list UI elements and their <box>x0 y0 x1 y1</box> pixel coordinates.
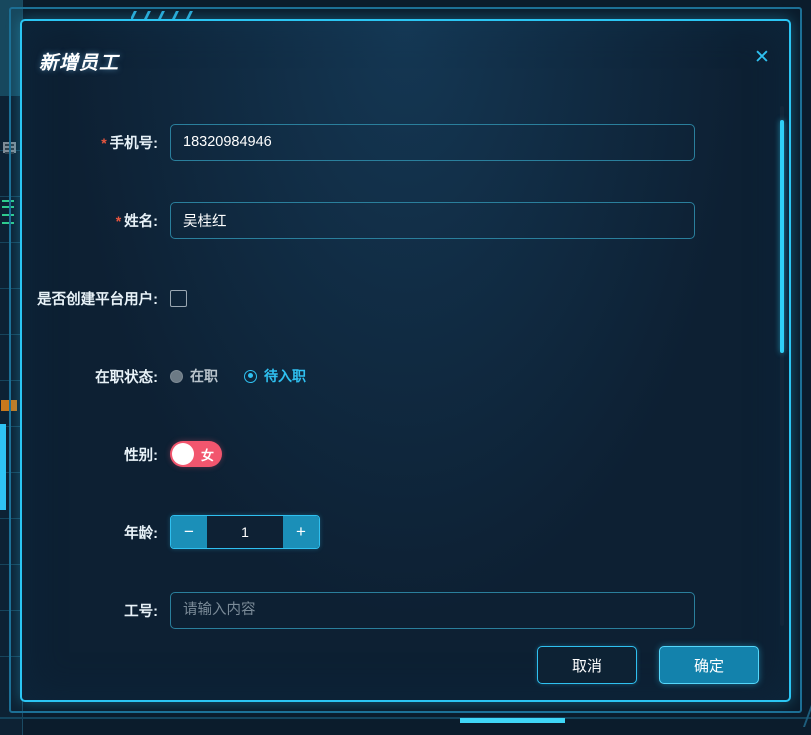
employee-no-control <box>170 591 789 629</box>
background-table-row <box>0 518 22 519</box>
background-header-block <box>0 0 22 96</box>
name-input[interactable] <box>170 201 695 239</box>
background-bottom-rule <box>0 717 811 719</box>
employee-no-input[interactable] <box>170 591 695 629</box>
form-row-name: * 姓名: <box>22 192 789 248</box>
radio-unselected-icon <box>170 369 183 383</box>
name-label: * 姓名: <box>22 210 170 231</box>
employment-status-control: 在职 待入职 <box>170 366 789 386</box>
radio-label-pending-entry: 待入职 <box>264 368 306 384</box>
radio-option-on-duty[interactable]: 在职 <box>170 366 218 386</box>
required-asterisk: * <box>115 212 122 229</box>
employee-no-label: 工号: <box>124 603 158 620</box>
phone-input[interactable] <box>170 123 695 161</box>
employment-status-label: 在职状态: <box>95 369 158 386</box>
cancel-button[interactable]: 取消 <box>537 646 637 684</box>
form-row-employment-status: 在职状态: 在职 待入职 <box>22 348 789 404</box>
gender-control: 女 <box>170 441 789 467</box>
dialog-footer: 取消 确定 <box>22 630 789 700</box>
background-tag <box>1 400 17 411</box>
background-table-row <box>0 334 22 335</box>
background-corner-notch <box>780 705 811 727</box>
background-chip <box>3 142 16 154</box>
phone-control <box>170 123 789 161</box>
phone-label-text: 手机号: <box>109 135 158 152</box>
create-platform-user-checkbox[interactable] <box>170 289 187 307</box>
form-row-gender: 性别: 女 <box>22 426 789 482</box>
page-title: 新增员工 <box>39 53 120 74</box>
age-increment-button[interactable]: + <box>283 516 319 548</box>
age-label: 年龄: <box>124 525 158 542</box>
create-platform-user-label: 是否创建平台用户: <box>37 291 158 308</box>
add-employee-dialog: 新增员工 ✕ *手机号: *姓名: <box>20 19 791 702</box>
background-table-row <box>0 242 22 243</box>
age-control: − 1 + <box>170 515 789 549</box>
background-table-row <box>0 656 22 657</box>
employment-status-radio-group: 在职 待入职 <box>170 366 332 386</box>
background-bottom-highlight <box>460 718 565 723</box>
age-stepper: − 1 + <box>170 515 320 549</box>
form-row-create-platform-user: 是否创建平台用户: <box>22 270 789 326</box>
background-accent-bar <box>0 424 6 510</box>
age-value[interactable]: 1 <box>207 516 283 548</box>
required-asterisk: * <box>101 134 107 151</box>
background-table-row <box>0 196 22 197</box>
radio-label-on-duty: 在职 <box>190 368 218 384</box>
dialog-scrollbar-track[interactable] <box>780 106 784 626</box>
form-row-age: 年龄: − 1 + <box>22 504 789 560</box>
radio-selected-icon <box>244 369 257 383</box>
form-row-employee-no: 工号: <box>22 582 789 634</box>
switch-knob-icon <box>172 443 194 465</box>
create-platform-user-control <box>170 289 789 307</box>
dialog-scroll-body: *手机号: *姓名: 是否创建平台用户: <box>22 99 789 634</box>
background-marker <box>2 222 14 224</box>
background-table-row <box>0 564 22 565</box>
gender-value: 女 <box>200 447 214 463</box>
name-label-text: 姓名: <box>124 213 158 230</box>
dialog-scrollbar-thumb[interactable] <box>780 120 784 353</box>
name-control <box>170 201 789 239</box>
confirm-button[interactable]: 确定 <box>659 646 759 684</box>
background-table-row <box>0 288 22 289</box>
background-marker <box>2 200 14 202</box>
radio-option-pending-entry[interactable]: 待入职 <box>244 366 306 386</box>
gender-label: 性别: <box>124 447 158 464</box>
background-table-row <box>0 380 22 381</box>
close-icon[interactable]: ✕ <box>749 45 775 71</box>
gender-toggle-switch[interactable]: 女 <box>170 441 222 467</box>
add-employee-form: *手机号: *姓名: 是否创建平台用户: <box>22 99 789 634</box>
phone-label: * 手机号: <box>22 132 170 153</box>
background-marker <box>2 206 14 208</box>
age-decrement-button[interactable]: − <box>171 516 207 548</box>
background-marker <box>2 214 14 216</box>
background-table-row <box>0 610 22 611</box>
form-row-phone: * 手机号: <box>22 114 789 170</box>
